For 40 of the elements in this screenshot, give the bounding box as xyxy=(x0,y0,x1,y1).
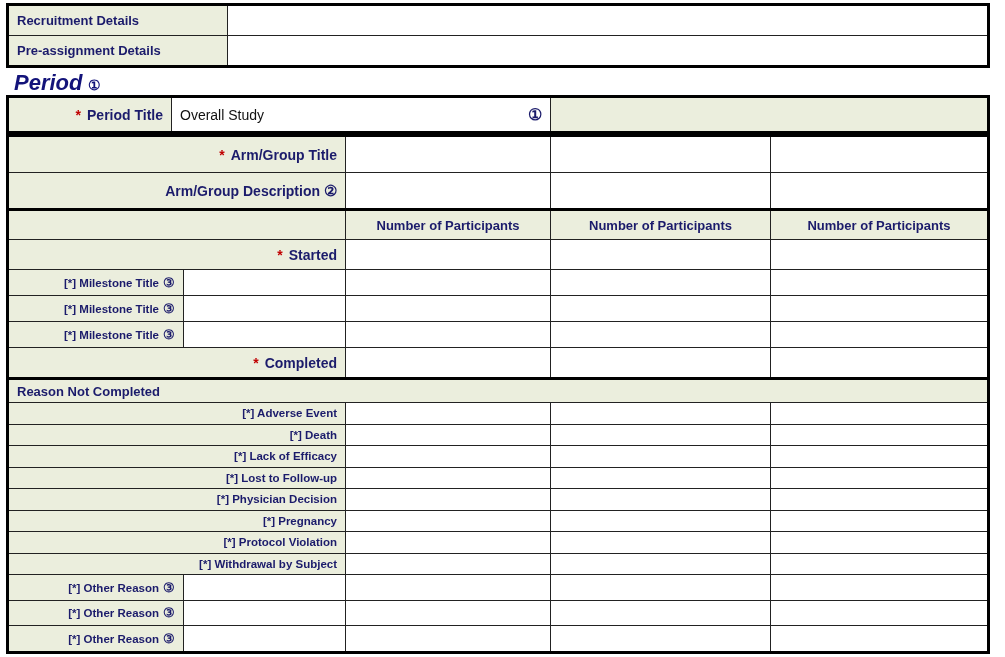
field-label: Pre-assignment Details xyxy=(17,43,161,58)
note-marker: ② xyxy=(324,181,337,199)
field-label: Recruitment Details xyxy=(17,13,140,28)
field-label: [*] Lost to Follow-up xyxy=(225,471,337,484)
note-marker: ③ xyxy=(163,276,175,290)
column-header: Number of Participants xyxy=(345,209,551,240)
field-label: Completed xyxy=(264,354,337,371)
note-marker: ③ xyxy=(163,328,175,342)
field-label: [*] Withdrawal by Subject xyxy=(199,557,337,570)
field-label: Started xyxy=(288,246,337,263)
note-marker: ① xyxy=(528,105,542,124)
required-asterisk: * xyxy=(277,246,283,263)
note-marker: ③ xyxy=(163,606,175,621)
field-label: [*] Other Reason xyxy=(68,581,159,594)
required-asterisk: * xyxy=(253,354,259,371)
note-marker: ③ xyxy=(163,580,175,595)
note-marker: ① xyxy=(88,77,102,93)
field-label: [*] Lack of Efficacy xyxy=(234,450,337,463)
field-label: [*] Milestone Title xyxy=(64,329,159,341)
field-label: Arm/Group Description xyxy=(165,182,320,199)
field-label: Arm/Group Title xyxy=(230,146,337,163)
required-asterisk: * xyxy=(219,146,225,163)
section-heading: Period xyxy=(14,70,83,96)
field-label: [*] Pregnancy xyxy=(262,514,337,527)
field-label: [*] Other Reason xyxy=(68,632,159,645)
field-label: Period Title xyxy=(87,106,163,123)
field-label: [*] Other Reason xyxy=(68,607,159,620)
field-label: [*] Adverse Event xyxy=(242,407,337,420)
column-header: Number of Participants xyxy=(770,209,989,240)
field-value: Overall Study xyxy=(180,106,265,123)
field-label: [*] Milestone Title xyxy=(64,277,159,289)
required-asterisk: * xyxy=(75,106,81,123)
field-label: [*] Physician Decision xyxy=(216,493,337,506)
field-label: [*] Death xyxy=(289,428,337,441)
field-label: [*] Protocol Violation xyxy=(223,536,337,549)
note-marker: ③ xyxy=(163,631,175,646)
section-header: Reason Not Completed xyxy=(7,378,989,403)
column-header: Number of Participants xyxy=(550,209,771,240)
field-label: [*] Milestone Title xyxy=(64,303,159,315)
note-marker: ③ xyxy=(163,302,175,316)
